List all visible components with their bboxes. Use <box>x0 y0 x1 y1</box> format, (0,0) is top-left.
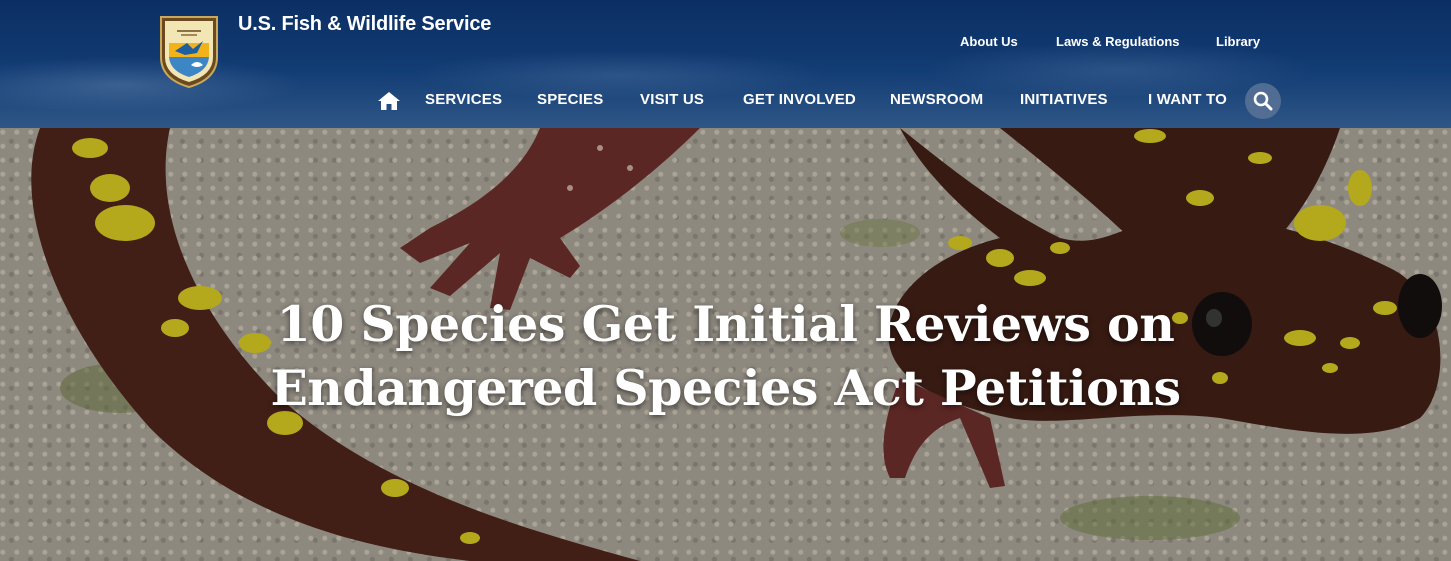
nav-initiatives[interactable]: INITIATIVES <box>1020 91 1108 108</box>
nav-services[interactable]: SERVICES <box>425 91 502 108</box>
home-icon <box>378 92 400 110</box>
hero-headline-line-1: 10 Species Get Initial Reviews on <box>276 295 1175 353</box>
hero-headline-line-2: Endangered Species Act Petitions <box>270 359 1181 417</box>
nav-get-involved[interactable]: GET INVOLVED <box>743 91 856 108</box>
nav-home[interactable] <box>377 91 401 113</box>
nav-species[interactable]: SPECIES <box>537 91 603 108</box>
hero-banner: 10 Species Get Initial Reviews on Endang… <box>0 128 1451 561</box>
utility-link-about[interactable]: About Us <box>960 34 1018 49</box>
search-icon <box>1253 91 1273 111</box>
site-title[interactable]: U.S. Fish & Wildlife Service <box>238 13 491 36</box>
utility-nav: About Us Laws & Regulations Library <box>0 34 1451 52</box>
main-nav: SERVICES SPECIES VISIT US GET INVOLVED N… <box>0 88 1451 114</box>
nav-visit-us[interactable]: VISIT US <box>640 91 704 108</box>
nav-i-want-to[interactable]: I WANT TO <box>1148 91 1227 108</box>
utility-link-laws[interactable]: Laws & Regulations <box>1056 34 1180 49</box>
search-button[interactable] <box>1245 83 1281 119</box>
utility-link-library[interactable]: Library <box>1216 34 1260 49</box>
hero-headline[interactable]: 10 Species Get Initial Reviews on Endang… <box>0 292 1451 420</box>
site-header: U.S. Fish & Wildlife Service About Us La… <box>0 0 1451 128</box>
nav-newsroom[interactable]: NEWSROOM <box>890 91 983 108</box>
